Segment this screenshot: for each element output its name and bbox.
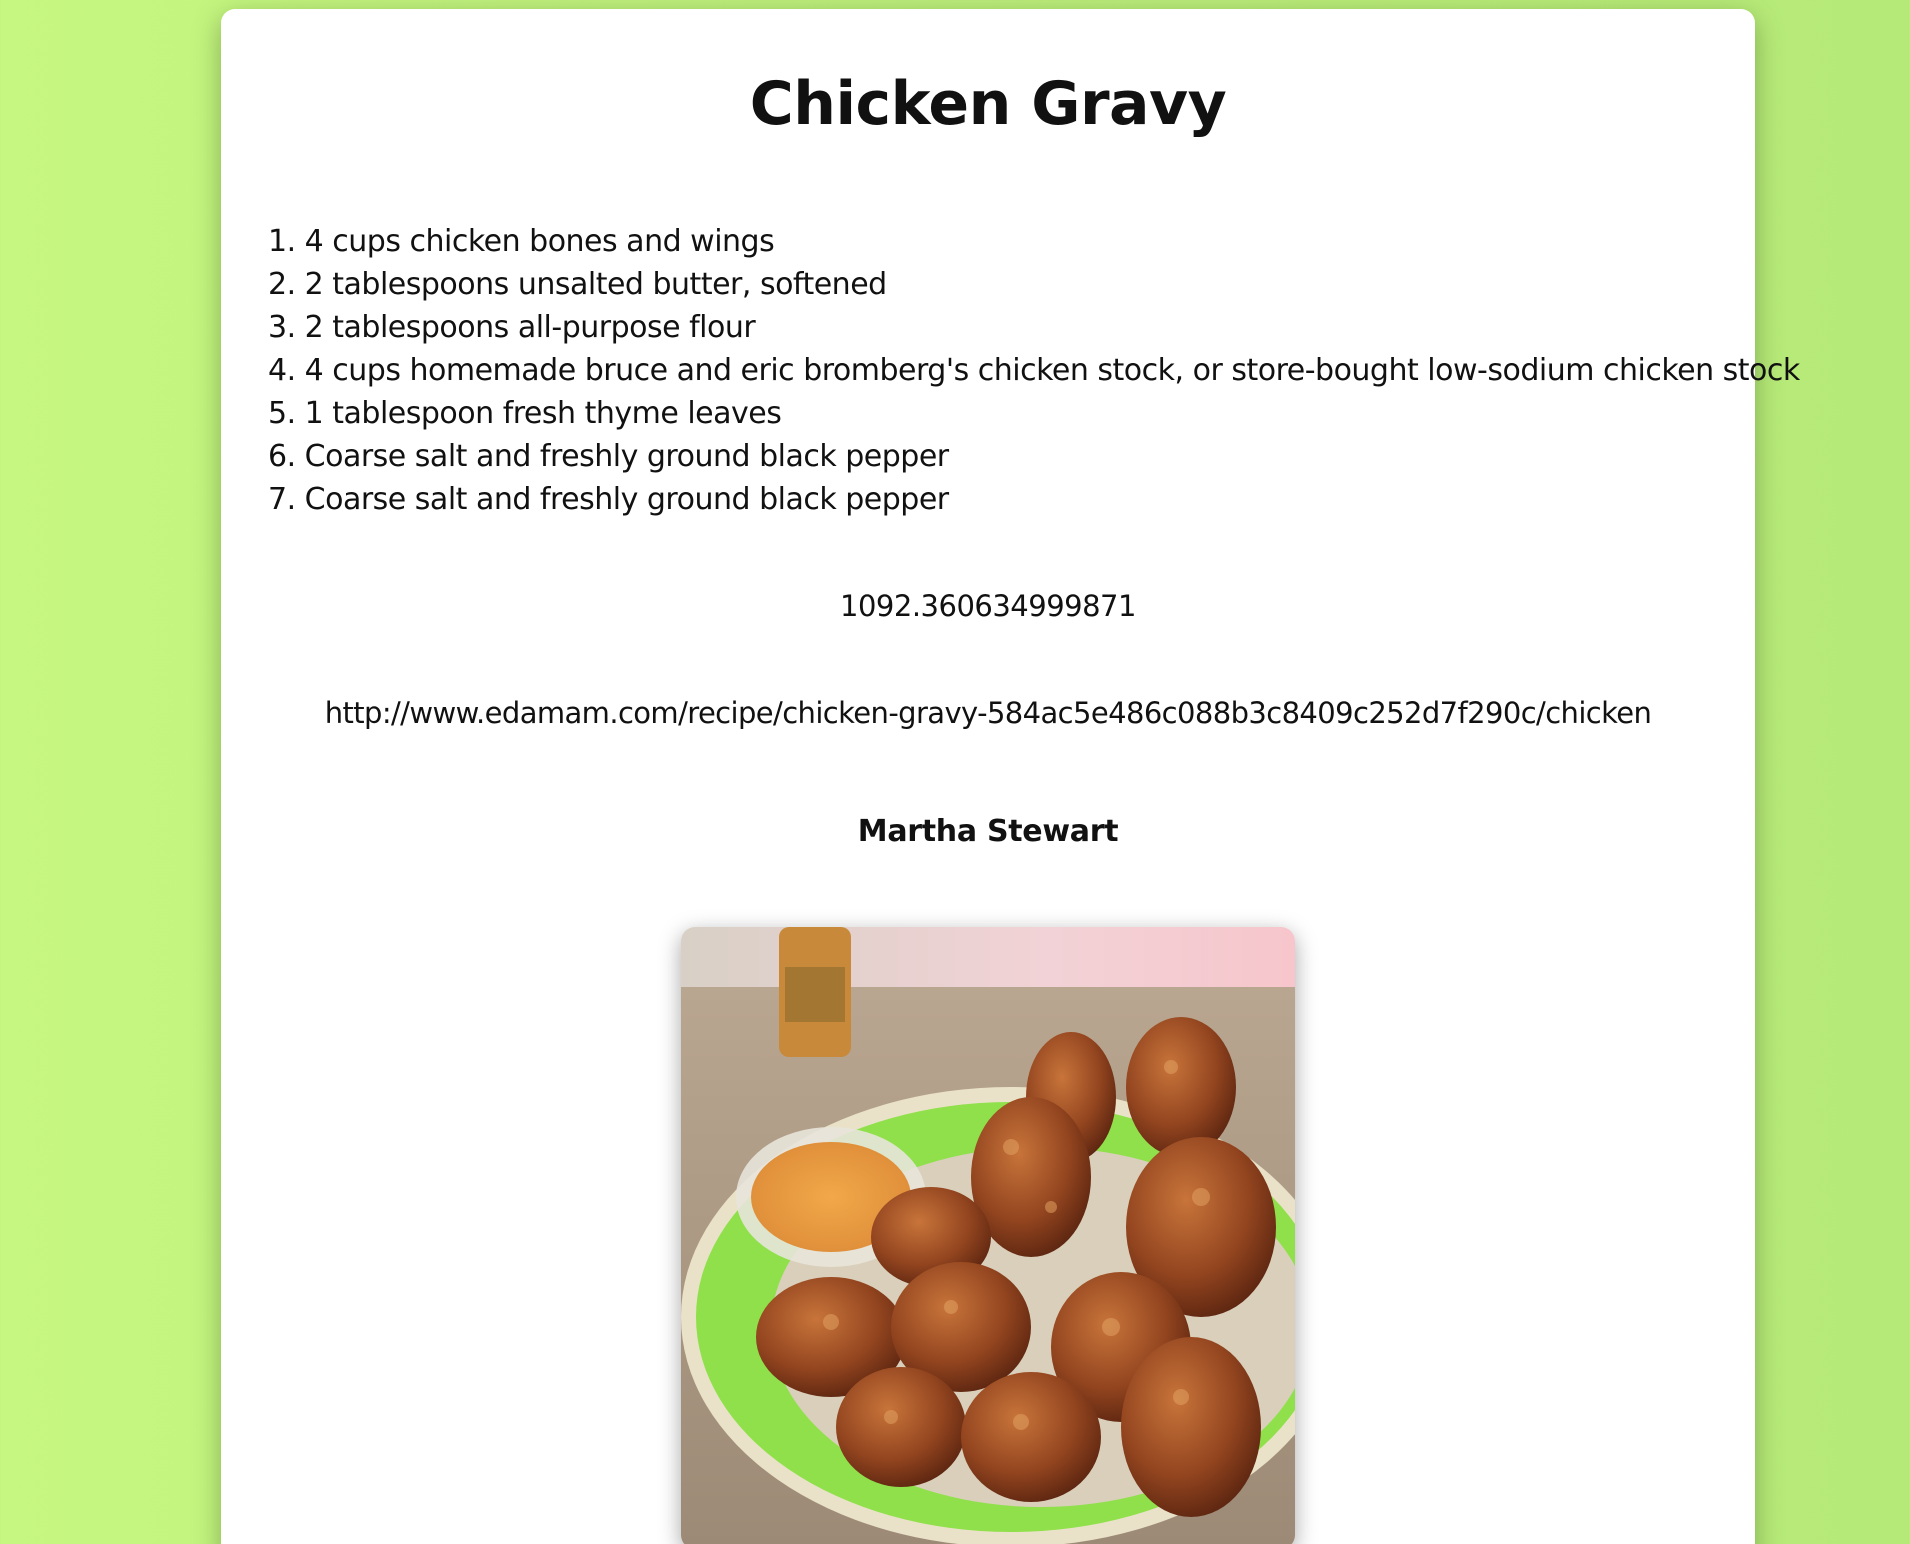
recipe-title: Chicken Gravy [749, 69, 1227, 139]
recipe-source: Martha Stewart [857, 814, 1119, 849]
ingredient-list: 1. 4 cups chicken bones and wings 2. 2 t… [268, 220, 1800, 521]
ingredient-item: 2. 2 tablespoons unsalted butter, soften… [268, 267, 887, 302]
fried-chicken-photo [681, 927, 1295, 1544]
ingredient-item: 4. 4 cups homemade bruce and eric brombe… [268, 353, 1800, 388]
ingredient-item: 1. 4 cups chicken bones and wings [268, 224, 775, 259]
ingredient-item: 3. 2 tablespoons all-purpose flour [268, 310, 756, 345]
ingredient-item: 6. Coarse salt and freshly ground black … [268, 439, 949, 474]
ingredient-item: 5. 1 tablespoon fresh thyme leaves [268, 396, 782, 431]
recipe-photo [681, 927, 1295, 1544]
recipe-card: Chicken Gravy 1. 4 cups chicken bones an… [221, 9, 1800, 1544]
ingredient-item: 7. Coarse salt and freshly ground black … [268, 482, 949, 517]
recipe-url-link[interactable]: http://www.edamam.com/recipe/chicken-gra… [221, 696, 1755, 730]
calories-value: 1092.360634999871 [840, 589, 1136, 623]
